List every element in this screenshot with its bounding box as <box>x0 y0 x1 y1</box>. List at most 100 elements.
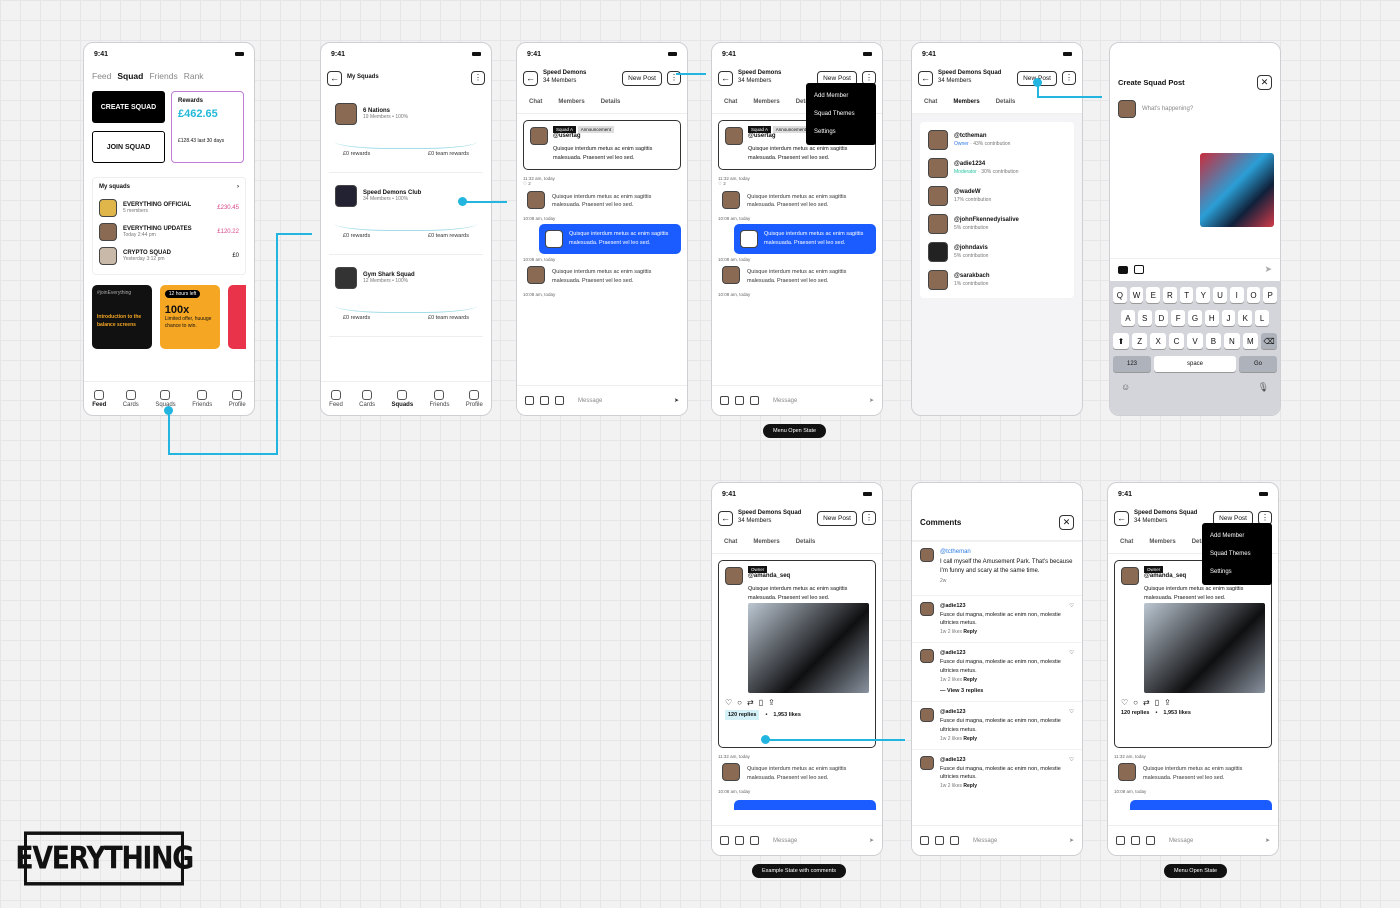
key-a[interactable]: A <box>1121 310 1135 326</box>
key-f[interactable]: F <box>1171 310 1186 326</box>
key-e[interactable]: E <box>1146 287 1161 303</box>
tab-members[interactable]: Members <box>1149 539 1175 545</box>
tab-details[interactable]: Details <box>996 99 1016 105</box>
join-squad-button[interactable]: JOIN SQUAD <box>92 131 165 163</box>
key-j[interactable]: J <box>1221 310 1236 326</box>
attached-image[interactable] <box>1200 153 1274 227</box>
nav-cards[interactable]: Cards <box>359 389 375 408</box>
view-replies[interactable]: — View 3 replies <box>940 687 1063 696</box>
list-item[interactable]: EVERYTHING OFFICIAL 5 members £230.45 <box>99 196 239 220</box>
list-item[interactable]: CRYPTO SQUAD Yesterday 3:12 pm £0 <box>99 244 239 268</box>
send-icon[interactable]: ➤ <box>869 837 874 844</box>
camera-icon[interactable] <box>1118 265 1128 274</box>
tab-squad[interactable]: Squad <box>117 71 143 81</box>
send-icon[interactable]: ➤ <box>1069 837 1074 844</box>
menu-settings[interactable]: Settings <box>806 123 876 141</box>
send-icon[interactable]: ➤ <box>1265 837 1270 844</box>
comment-icon[interactable]: ○ <box>737 698 742 707</box>
member-row[interactable]: @johnFkennedyisalive 5% contribution <box>920 210 1074 238</box>
message-input[interactable]: Message <box>1161 838 1259 844</box>
tab-chat[interactable]: Chat <box>724 539 737 545</box>
reply-link[interactable]: Reply <box>963 677 977 683</box>
message-input[interactable]: Message <box>965 838 1063 844</box>
nav-feed[interactable]: Feed <box>329 389 343 408</box>
more-icon[interactable]: ⋮ <box>862 511 876 525</box>
more-icon[interactable]: ⋮ <box>471 71 485 85</box>
repost-icon[interactable]: ⇄ <box>1143 698 1150 707</box>
message-input[interactable]: Message <box>765 838 863 844</box>
emoji-icon[interactable] <box>1116 836 1125 845</box>
send-icon[interactable]: ➤ <box>1264 264 1272 275</box>
delete-key[interactable]: ⌫ <box>1261 333 1277 349</box>
nav-feed[interactable]: Feed <box>92 389 106 408</box>
menu-add-member[interactable]: Add Member <box>806 87 876 105</box>
key-g[interactable]: G <box>1188 310 1202 326</box>
key-b[interactable]: B <box>1205 333 1222 349</box>
nav-squads[interactable]: Squads <box>155 389 176 408</box>
tab-members[interactable]: Members <box>753 99 779 105</box>
key-q[interactable]: Q <box>1113 287 1127 303</box>
back-icon[interactable]: ← <box>718 510 733 526</box>
emoji-icon[interactable] <box>920 836 929 845</box>
share-icon[interactable]: ⇪ <box>1164 698 1171 707</box>
post-image[interactable] <box>748 602 869 693</box>
key-p[interactable]: P <box>1263 287 1277 303</box>
bookmark-icon[interactable]: ▯ <box>1155 698 1159 707</box>
heart-icon[interactable]: ♡ <box>1069 756 1074 790</box>
close-icon[interactable]: ✕ <box>1257 75 1272 90</box>
reply-link[interactable]: Reply <box>963 629 977 635</box>
send-icon[interactable]: ➤ <box>869 397 874 404</box>
key-u[interactable]: U <box>1213 287 1227 303</box>
emoji-icon[interactable] <box>720 836 729 845</box>
go-key[interactable]: Go <box>1239 356 1277 372</box>
key-s[interactable]: S <box>1137 310 1152 326</box>
space-key[interactable]: space <box>1154 356 1236 372</box>
back-icon[interactable]: ← <box>523 70 538 86</box>
emoji-icon[interactable]: ☺ <box>1121 382 1130 393</box>
back-icon[interactable]: ← <box>918 70 933 86</box>
tab-chat[interactable]: Chat <box>924 99 937 105</box>
nav-profile[interactable]: Profile <box>229 389 246 408</box>
replies-link[interactable]: 120 replies <box>1121 710 1149 716</box>
tab-friends[interactable]: Friends <box>149 71 177 81</box>
camera-icon[interactable] <box>1131 836 1140 845</box>
microphone-icon[interactable]: 🎙 <box>1258 382 1269 393</box>
comment-icon[interactable]: ○ <box>1133 698 1138 707</box>
squad-card[interactable]: 6 Nations 19 Members • 100% £0 rewards £0 … <box>329 97 483 173</box>
member-row[interactable]: @johndavis 5% contribution <box>920 238 1074 266</box>
nav-cards[interactable]: Cards <box>123 389 139 408</box>
emoji-icon[interactable] <box>525 396 534 405</box>
chevron-right-icon[interactable]: › <box>237 184 239 190</box>
replies-link[interactable]: 120 replies <box>725 709 760 720</box>
key-o[interactable]: O <box>1246 287 1261 303</box>
post-card[interactable]: Owner @amanda_seq Quisque interdum metus … <box>1114 560 1272 748</box>
key-w[interactable]: W <box>1129 287 1144 303</box>
camera-icon[interactable] <box>735 396 744 405</box>
heart-icon[interactable]: ♡ <box>1069 649 1074 695</box>
heart-icon[interactable]: ♡ <box>1121 698 1128 707</box>
repost-icon[interactable]: ⇄ <box>747 698 754 707</box>
create-squad-button[interactable]: CREATE SQUAD <box>92 91 165 123</box>
image-icon[interactable] <box>1146 836 1155 845</box>
post-image[interactable] <box>1144 602 1265 693</box>
nav-profile[interactable]: Profile <box>466 389 483 408</box>
rewards-card[interactable]: Rewards £462.65 £128.43 last 30 days <box>171 91 244 163</box>
tab-details[interactable]: Details <box>601 99 621 105</box>
key-d[interactable]: D <box>1154 310 1169 326</box>
key-y[interactable]: Y <box>1196 287 1211 303</box>
promo-card[interactable]: 12 hours left 100x Limited offer, huuuge… <box>159 285 220 349</box>
tab-chat[interactable]: Chat <box>529 99 542 105</box>
new-post-button[interactable]: New Post <box>622 70 662 86</box>
key-z[interactable]: Z <box>1132 333 1148 349</box>
new-post-button[interactable]: New Post <box>817 510 857 526</box>
squad-card[interactable]: Speed Demons Club 34 Members • 100% £0 re… <box>329 179 483 255</box>
heart-icon[interactable]: ♡ <box>1069 602 1074 636</box>
tab-members[interactable]: Members <box>753 539 779 545</box>
tab-details[interactable]: Details <box>796 539 816 545</box>
member-row[interactable]: @adie1234 Moderator · 30% contribution <box>920 154 1074 182</box>
send-icon[interactable]: ➤ <box>674 397 679 404</box>
emoji-icon[interactable] <box>720 396 729 405</box>
bookmark-icon[interactable]: ▯ <box>759 698 763 707</box>
member-row[interactable]: @wadeW 17% contribution <box>920 182 1074 210</box>
image-icon[interactable] <box>750 836 759 845</box>
